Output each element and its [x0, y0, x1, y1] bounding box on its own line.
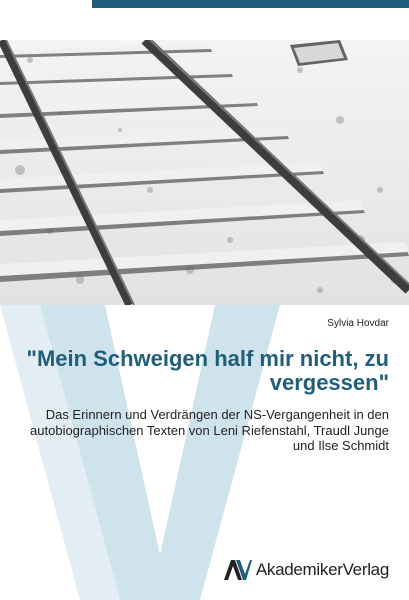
- author-name: Sylvia Hovdar: [327, 318, 389, 329]
- cover-photo: [0, 40, 409, 305]
- snowy-railway-tracks-image: [0, 40, 409, 305]
- publisher-logo: AkademikerVerlag: [222, 555, 389, 585]
- av-logo-icon: [223, 560, 252, 580]
- top-accent-bar: [92, 0, 409, 8]
- book-title: "Mein Schweigen half mir nicht, zu verge…: [26, 346, 389, 395]
- book-subtitle: Das Erinnern und Verdrängen der NS-Verga…: [30, 407, 389, 453]
- publisher-name: AkademikerVerlag: [255, 560, 389, 579]
